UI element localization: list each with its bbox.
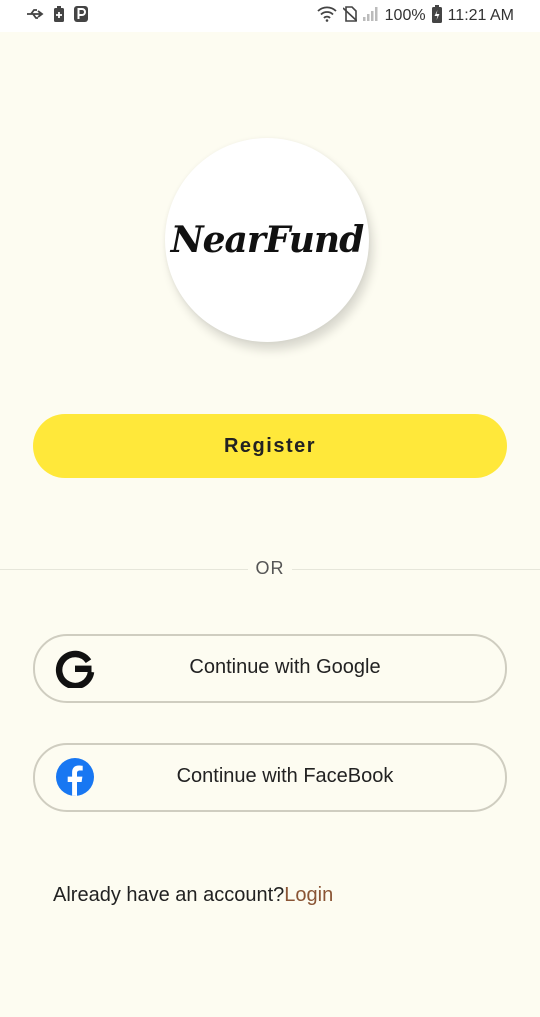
battery-percent: 100% <box>384 7 426 24</box>
logo-text: NearFund <box>170 219 365 261</box>
or-label: OR <box>248 558 292 579</box>
google-button-label: Continue with Google <box>189 656 381 678</box>
continue-with-google-button[interactable]: Continue with Google <box>33 634 507 703</box>
facebook-button-label: Continue with FaceBook <box>176 765 394 787</box>
battery-saver-icon <box>53 5 65 27</box>
login-prompt-text: Already have an account? <box>53 884 285 906</box>
notification-icons <box>26 5 88 27</box>
login-link[interactable]: Login <box>284 884 333 906</box>
app-logo: NearFund <box>165 138 369 342</box>
parking-icon <box>74 5 88 27</box>
wifi-icon <box>317 6 337 27</box>
signal-icon <box>362 6 379 26</box>
login-prompt: Already have an account?Login <box>53 884 333 907</box>
register-button[interactable]: Register <box>33 414 507 478</box>
battery-icon <box>431 4 442 28</box>
usb-icon <box>26 7 44 26</box>
clock: 11:21 AM <box>447 7 514 24</box>
system-icons: 100% 11:21 AM <box>317 4 514 28</box>
no-sim-icon <box>342 5 358 27</box>
status-bar: 100% 11:21 AM <box>0 0 540 32</box>
continue-with-facebook-button[interactable]: Continue with FaceBook <box>33 743 507 812</box>
